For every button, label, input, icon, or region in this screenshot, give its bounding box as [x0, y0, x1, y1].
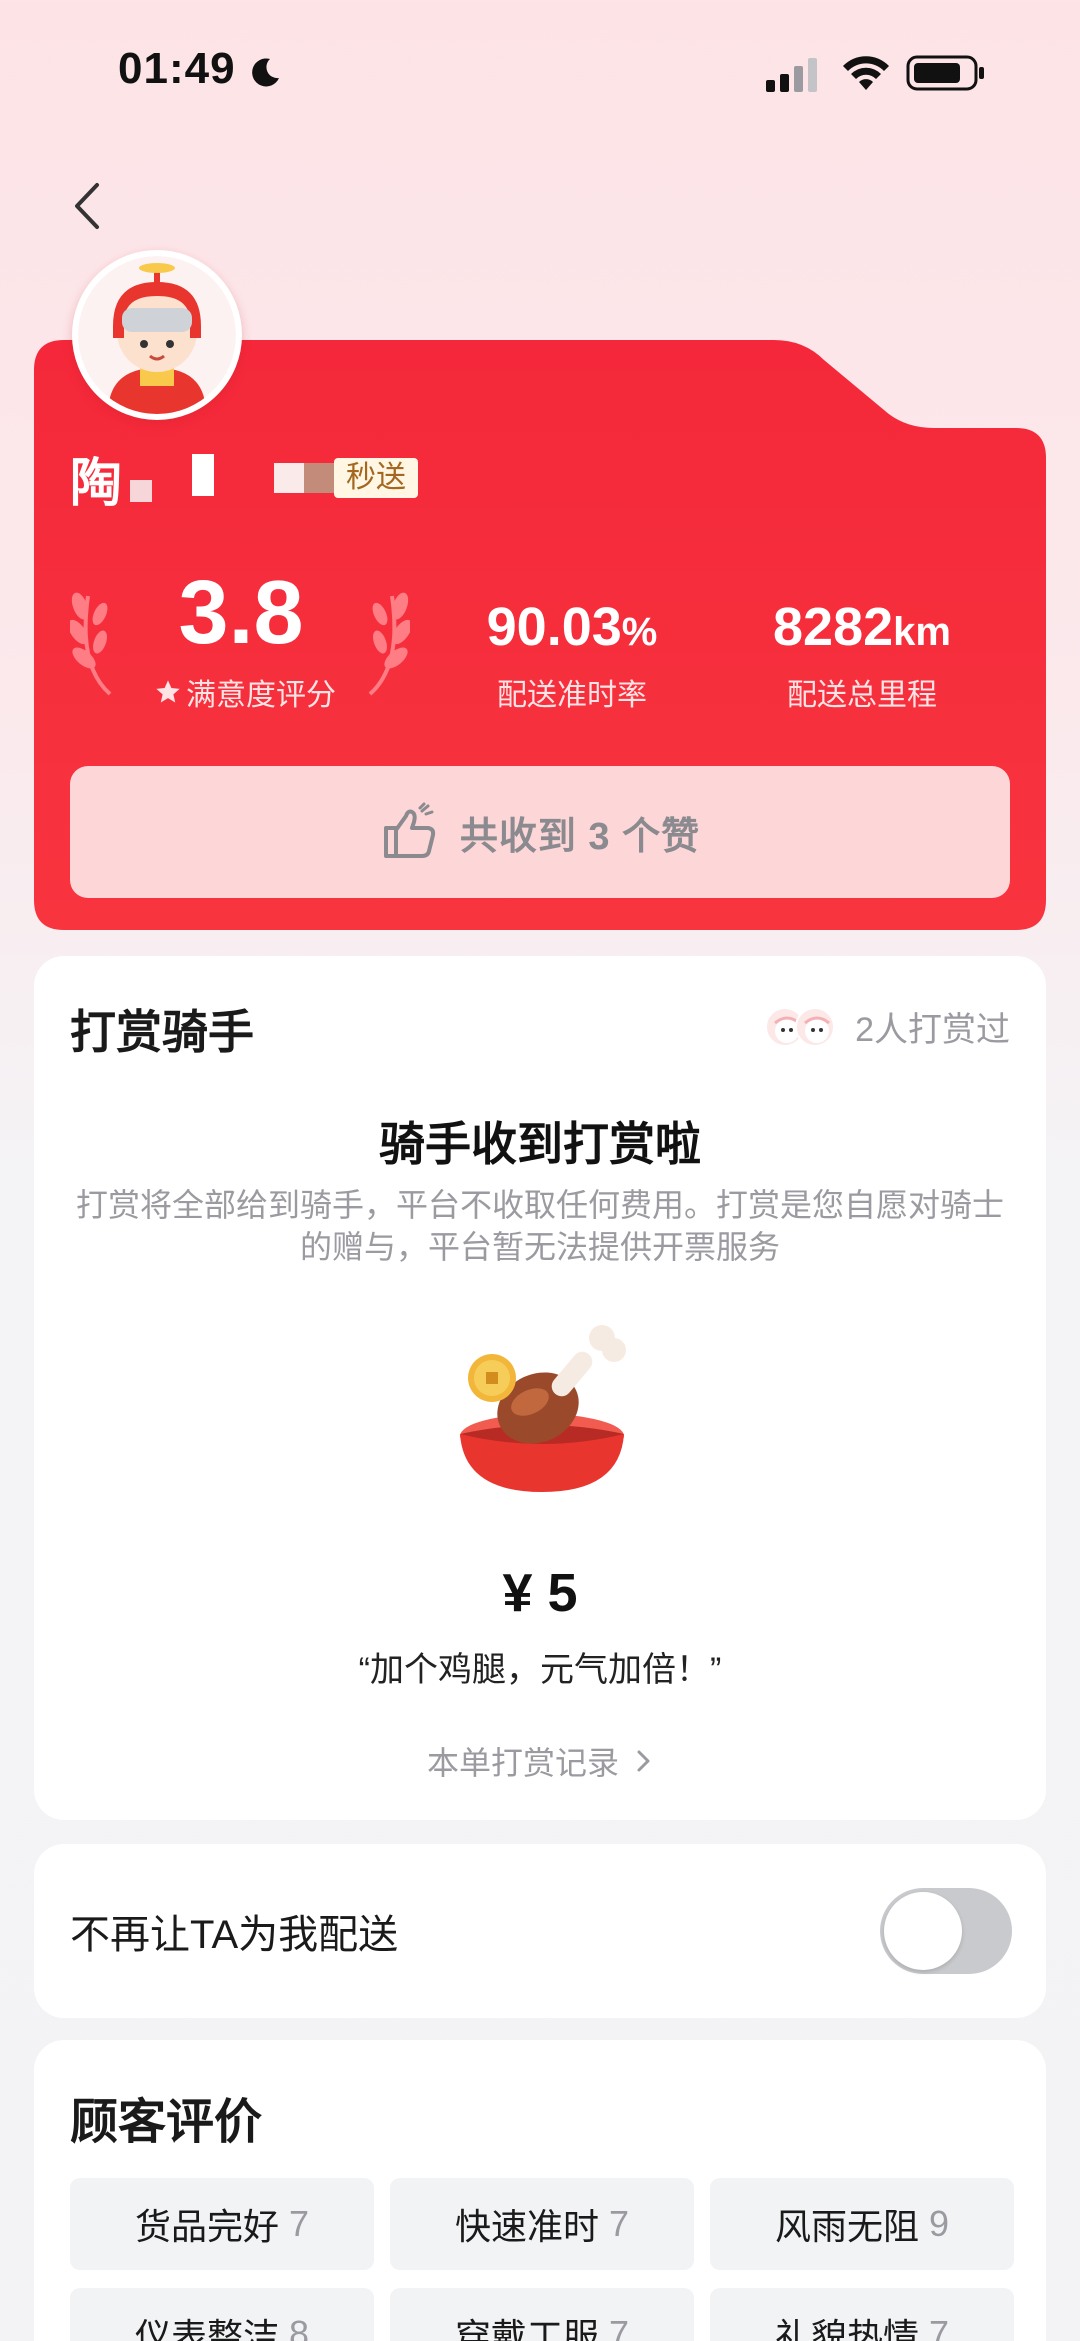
on-time-rate-stat: 90.03% 配送准时率 — [452, 596, 692, 714]
review-tag[interactable]: 风雨无阻 9 — [710, 2178, 1014, 2270]
laurel-icon — [368, 592, 410, 696]
name-mosaic — [192, 454, 215, 496]
tip-record-label: 本单打赏记录 — [426, 1745, 619, 1781]
thumb-up-icon — [383, 802, 436, 858]
review-tag-count: 8 — [288, 2313, 310, 2341]
total-distance-value: 8282 — [773, 597, 894, 657]
customer-reviews-title: 顾客评价 — [70, 2096, 263, 2149]
review-tag-count: 7 — [288, 2203, 310, 2244]
review-tag-label: 穿戴工服 — [454, 2316, 599, 2341]
review-tag-count: 7 — [928, 2313, 950, 2341]
review-tag[interactable]: 快速准时 7 — [390, 2178, 694, 2270]
block-rider-toggle[interactable] — [880, 1888, 1012, 1974]
tip-amount: ¥ 5 — [502, 1563, 578, 1623]
tip-quote: “加个鸡腿，元气加倍！” — [358, 1651, 722, 1689]
satisfaction-score: 3.8 — [178, 563, 304, 663]
star-icon — [156, 680, 180, 703]
review-tag-label: 仪表整洁 — [134, 2316, 279, 2341]
toggle-knob — [884, 1892, 962, 1970]
rider-avatar — [72, 250, 242, 420]
chevron-right-icon — [637, 1750, 650, 1772]
tip-received-heading: 骑手收到打赏啦 — [379, 1118, 701, 1170]
review-tag[interactable]: 穿戴工服 7 — [390, 2288, 694, 2341]
review-tag-label: 货品完好 — [134, 2206, 279, 2247]
review-tag[interactable]: 仪表整洁 8 — [70, 2288, 374, 2341]
review-tag-label: 风雨无阻 — [774, 2206, 919, 2247]
tip-rider-title: 打赏骑手 — [70, 1006, 254, 1058]
review-tag-label: 快速准时 — [454, 2206, 599, 2247]
on-time-rate-unit: % — [621, 610, 658, 654]
total-distance-stat: 8282km 配送总里程 — [742, 596, 982, 714]
likes-count-text: 共收到 3 个赞 — [459, 815, 701, 858]
name-mosaic — [304, 463, 335, 493]
satisfaction-label-row: 满意度评分 — [140, 670, 350, 714]
tippers-summary[interactable]: 2人打赏过 — [765, 1002, 1010, 1051]
total-distance-label: 配送总里程 — [787, 679, 937, 712]
rider-name: 陶 — [70, 454, 123, 513]
review-tag-label: 礼貌热情 — [774, 2316, 919, 2341]
name-mosaic — [274, 463, 305, 493]
review-tags: 货品完好 7 快速准时 7 风雨无阻 9 仪表整洁 8 穿戴工服 7 礼貌热情 7 — [70, 2178, 1020, 2341]
review-tag-count: 9 — [928, 2203, 950, 2244]
review-tag[interactable]: 货品完好 7 — [70, 2178, 374, 2270]
rider-name-row: 陶 秒送 — [70, 448, 419, 513]
rider-avatar-image — [78, 256, 236, 414]
review-tag-count: 7 — [608, 2313, 630, 2341]
name-mosaic — [130, 480, 153, 502]
total-distance-unit: km — [893, 610, 951, 654]
on-time-rate-label: 配送准时率 — [497, 679, 647, 712]
likes-box[interactable]: 共收到 3 个赞 — [70, 766, 1010, 898]
laurel-icon — [70, 592, 112, 696]
block-rider-card: 不再让TA为我配送 — [34, 1844, 1046, 2018]
tippers-count: 2人打赏过 — [855, 1011, 1010, 1049]
satisfaction-label: 满意度评分 — [186, 679, 336, 712]
on-time-rate-value: 90.03 — [486, 597, 622, 657]
review-tag[interactable]: 礼貌热情 7 — [710, 2288, 1014, 2341]
tip-description: 打赏将全部给到骑手，平台不收取任何费用。打赏是您自愿对骑士的赠与，平台暂无法提供… — [75, 1187, 1004, 1265]
service-badge: 秒送 — [334, 458, 419, 498]
customer-reviews-card: 顾客评价 货品完好 7 快速准时 7 风雨无阻 9 仪表整洁 8 穿戴工服 7 礼貌热情 7 — [34, 2040, 1046, 2341]
tip-record-link[interactable]: 本单打赏记录 — [34, 1738, 1046, 1784]
block-rider-label: 不再让TA为我配送 — [70, 1913, 399, 1957]
review-tag-count: 7 — [608, 2203, 630, 2244]
tip-rider-card: 打赏骑手 2人打赏过 骑手收到打赏啦 打赏将全部给到骑手，平台不收取任何费用。打… — [34, 956, 1046, 1820]
tipper-avatar — [795, 1006, 836, 1047]
drumstick-bowl-illustration — [460, 1325, 626, 1492]
